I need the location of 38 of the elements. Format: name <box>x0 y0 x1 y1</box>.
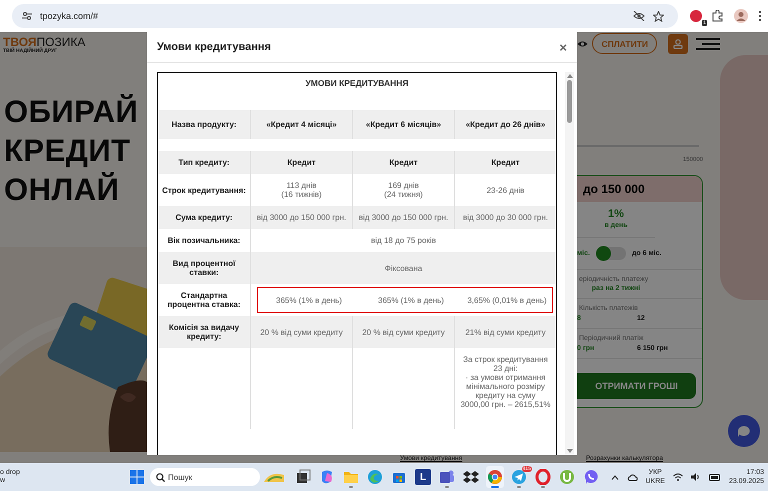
table-cell-text: від 18 до 75 років <box>370 235 437 247</box>
table-cell-text: «Кредит до 26 днів» <box>464 119 546 131</box>
row-label: Тип кредиту: <box>158 151 251 174</box>
table-cell-text: 21% від суми кредиту <box>464 326 547 339</box>
table-cell: від 3000 до 150 000 грн. <box>353 206 455 229</box>
table-cell-text: 365% (1% в день) <box>275 294 343 307</box>
table-cell: 20 % від суми кредиту <box>353 316 455 348</box>
table-cell-text: 365% (1% в день) <box>377 294 445 307</box>
table-cell-text: За строк кредитування 23 дні: · за умови отримання мінімального розміру кредиту на суму 3000,00 грн. – 2615,51% <box>459 354 552 411</box>
hero-heading: ОБИРАЙ <box>4 93 140 131</box>
close-button[interactable]: × <box>559 40 567 54</box>
get-money-button[interactable]: ОТРИМАТИ ГРОШІ <box>577 373 696 399</box>
table-cell: Кредит <box>251 151 353 174</box>
amount-heading: до 150 000 <box>577 176 702 202</box>
table-cell-text: Фіксована <box>384 262 424 274</box>
table-cell: Кредит <box>353 151 455 174</box>
table-cell-text: 23-26 днів <box>486 184 526 197</box>
row-label: Сума кредиту: <box>158 206 251 229</box>
taskbar-app[interactable]: L <box>414 466 432 488</box>
table-cell: від 3000 до 150 000 грн. <box>251 206 353 229</box>
table-cell-text: 3,65% (0,01% в день) <box>466 294 548 307</box>
table-cell: 20 % від суми кредиту <box>251 316 353 348</box>
table-cell: «Кредит 4 місяці» <box>251 110 353 139</box>
search-field[interactable]: Пошук <box>150 468 260 486</box>
hero-heading: КРЕДИТ <box>4 132 132 170</box>
dialog-title: Умови кредитування <box>157 41 271 53</box>
table-cell-text: Кредит <box>490 157 521 169</box>
row-label: Назва продукту: <box>158 110 251 139</box>
hero-heading: ОНЛАЙ <box>4 171 120 209</box>
table-cell: «Кредит 6 місяців» <box>353 110 455 139</box>
address-bar[interactable]: tpozyka.com/# <box>12 4 678 28</box>
letter-icon: L <box>415 469 431 485</box>
rate-value: 1% <box>607 208 625 220</box>
url-text: tpozyka.com/# <box>40 11 98 21</box>
table-cell-text: від 3000 до 30 000 грн. <box>462 212 549 224</box>
table-title: УМОВИ КРЕДИТУВАННЯ <box>304 77 410 90</box>
row-label: Комісія за видачу кредиту: <box>158 316 251 348</box>
row-label: Вид процентної ставки: <box>158 252 251 284</box>
